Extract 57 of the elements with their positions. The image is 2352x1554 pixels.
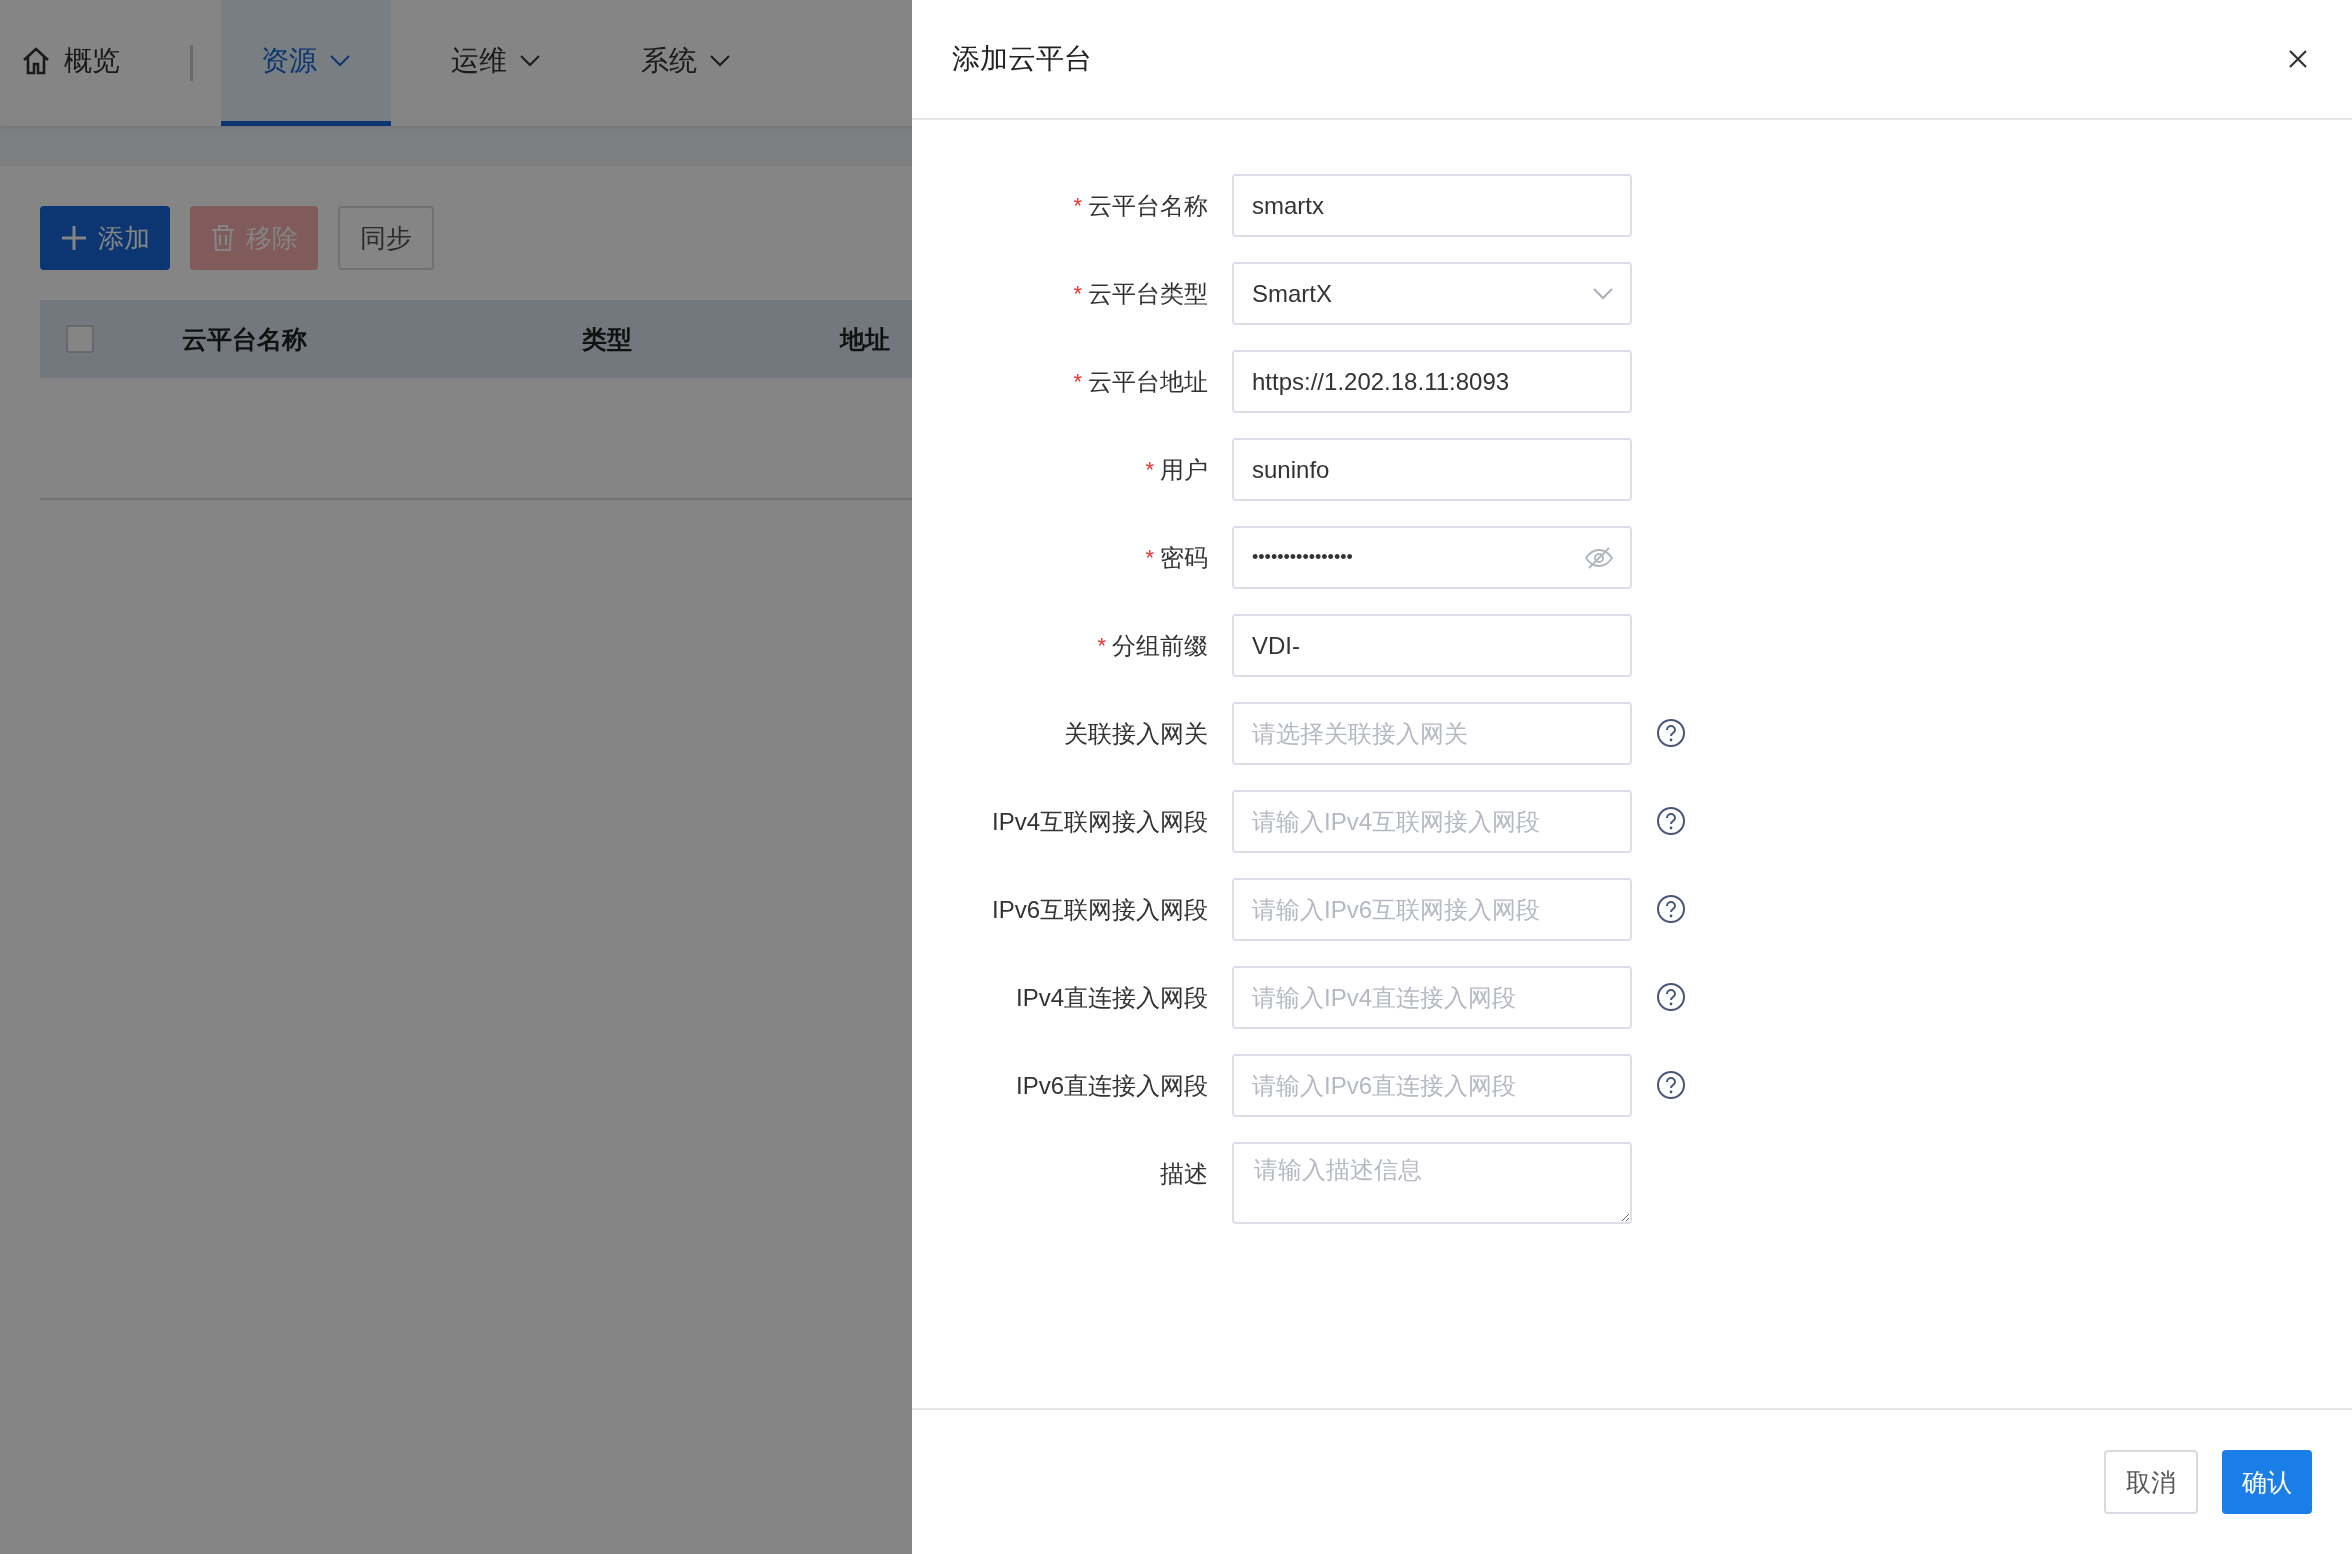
required-mark: * bbox=[1145, 456, 1154, 483]
password-field[interactable]: •••••••••••••••• bbox=[1232, 526, 1632, 589]
confirm-button[interactable]: 确认 bbox=[2222, 1450, 2312, 1514]
nav-label: 概览 bbox=[64, 43, 120, 78]
chevron-down-icon bbox=[329, 53, 351, 68]
required-mark: * bbox=[1097, 632, 1106, 659]
input-field[interactable]: VDI- bbox=[1232, 614, 1632, 677]
help-icon[interactable] bbox=[1656, 1070, 1686, 1100]
cancel-button[interactable]: 取消 bbox=[2104, 1450, 2198, 1514]
help-icon[interactable] bbox=[1656, 894, 1686, 924]
select-all-checkbox[interactable] bbox=[66, 325, 94, 353]
column-header: 类型 bbox=[582, 323, 633, 355]
field-label: 用户 bbox=[1160, 454, 1208, 485]
chevron-down-icon bbox=[519, 53, 541, 68]
nav-label: 运维 bbox=[451, 43, 507, 78]
field-label: IPv4直连接入网段 bbox=[1015, 982, 1208, 1013]
input-field[interactable]: 请输入IPv4互联网接入网段 bbox=[1232, 790, 1632, 853]
nav-label: 资源 bbox=[261, 43, 317, 78]
nav-tab[interactable]: 系统 bbox=[601, 0, 771, 126]
field-label: 描述 bbox=[1160, 1158, 1208, 1189]
field-label: IPv6互联网接入网段 bbox=[991, 894, 1208, 925]
add-button[interactable]: 添加 bbox=[40, 206, 170, 270]
field-label: 云平台名称 bbox=[1088, 190, 1208, 221]
nav-tab[interactable]: 运维 bbox=[411, 0, 581, 126]
field-label: 云平台地址 bbox=[1088, 366, 1208, 397]
input-field[interactable]: 请选择关联接入网关 bbox=[1232, 702, 1632, 765]
chevron-down-icon bbox=[709, 53, 731, 68]
drawer-title: 添加云平台 bbox=[952, 42, 1092, 76]
column-header: 地址 bbox=[840, 323, 891, 355]
select-field[interactable]: SmartX bbox=[1232, 262, 1632, 325]
input-field[interactable]: suninfo bbox=[1232, 438, 1632, 501]
input-field[interactable]: 请输入IPv4直连接入网段 bbox=[1232, 966, 1632, 1029]
field-label: 分组前缀 bbox=[1112, 630, 1208, 661]
description-textarea[interactable]: 请输入描述信息 bbox=[1232, 1142, 1632, 1224]
column-header: 云平台名称 bbox=[182, 323, 308, 355]
field-label: IPv6直连接入网段 bbox=[1015, 1070, 1208, 1101]
input-field[interactable]: https://1.202.18.11:8093 bbox=[1232, 350, 1632, 413]
field-label: 云平台类型 bbox=[1088, 278, 1208, 309]
input-field[interactable]: 请输入IPv6直连接入网段 bbox=[1232, 1054, 1632, 1117]
required-mark: * bbox=[1145, 544, 1154, 571]
required-mark: * bbox=[1073, 280, 1082, 307]
field-label: 关联接入网关 bbox=[1064, 718, 1208, 749]
field-label: 密码 bbox=[1160, 542, 1208, 573]
nav-label: 系统 bbox=[641, 43, 697, 78]
required-mark: * bbox=[1073, 368, 1082, 395]
nav-tab[interactable]: 资源 bbox=[221, 0, 391, 126]
input-field[interactable]: 请输入IPv6互联网接入网段 bbox=[1232, 878, 1632, 941]
help-icon[interactable] bbox=[1656, 806, 1686, 836]
help-icon[interactable] bbox=[1656, 718, 1686, 748]
sync-button[interactable]: 同步 bbox=[338, 206, 434, 270]
field-label: IPv4互联网接入网段 bbox=[991, 806, 1208, 837]
chevron-down-icon bbox=[1592, 286, 1614, 301]
nav-tab[interactable]: 概览 bbox=[20, 0, 170, 126]
required-mark: * bbox=[1073, 192, 1082, 219]
plus-icon bbox=[60, 224, 88, 252]
input-field[interactable]: smartx bbox=[1232, 174, 1632, 237]
help-icon[interactable] bbox=[1656, 982, 1686, 1012]
